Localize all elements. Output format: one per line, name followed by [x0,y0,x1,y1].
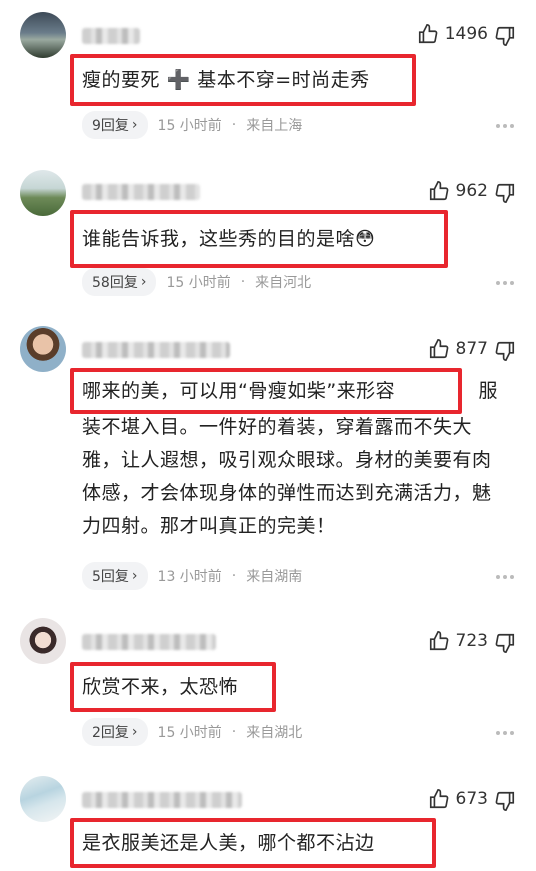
thumb-down-icon[interactable] [494,632,516,654]
separator: · [231,117,237,133]
like-count: 1496 [444,24,488,44]
more-dots-icon[interactable] [496,731,514,735]
thumb-down-icon[interactable] [494,790,516,812]
username-blurred[interactable] [82,634,216,650]
like-button[interactable]: 723 [428,630,488,652]
avatar[interactable] [20,12,66,58]
like-count: 962 [455,181,488,201]
comment-meta: 58回复 › 15 小时前 · 来自河北 [82,268,311,296]
avatar[interactable] [20,170,66,216]
thumb-up-icon [418,24,438,44]
like-count: 877 [455,339,488,359]
avatar[interactable] [20,326,66,372]
username-blurred[interactable] [82,342,230,358]
location: 来自湖南 [246,569,303,585]
location: 来自上海 [246,118,303,134]
comment-text: 是衣服美还是人美，哪个都不沾边 [82,832,375,854]
comment-text: 哪来的美，可以用“骨瘦如柴”来形容 服 装不堪入目。一件好的着装，穿着露而不失大… [82,375,522,543]
timestamp: 13 小时前 [157,569,222,585]
separator: · [231,568,237,584]
timestamp: 15 小时前 [166,275,231,291]
like-count: 723 [455,631,488,651]
reply-count-button[interactable]: 9回复 › [82,111,148,139]
timestamp: 15 小时前 [157,725,222,741]
username-blurred[interactable] [82,792,242,808]
thumb-up-icon [429,789,448,809]
like-count: 673 [455,789,488,809]
more-dots-icon[interactable] [496,575,514,579]
comment-text-highlight: 哪来的美，可以用“骨瘦如柴”来形容 [82,380,396,402]
chevron-right-icon: › [131,117,138,133]
more-dots-icon[interactable] [496,281,514,285]
chevron-right-icon: › [131,724,138,740]
comment-text: 谁能告诉我，这些秀的目的是啥😳 [82,228,376,250]
thumb-up-icon [429,339,448,359]
thumb-up-icon [429,631,448,651]
location: 来自湖北 [246,725,303,741]
thumb-down-icon[interactable] [494,25,516,47]
separator: · [240,274,246,290]
chevron-right-icon: › [140,274,147,290]
more-dots-icon[interactable] [496,124,514,128]
location: 来自河北 [255,275,312,291]
comment-text-line1-end: 服 [478,380,498,402]
comment-meta: 9回复 › 15 小时前 · 来自上海 [82,111,302,139]
username-blurred[interactable] [82,184,200,200]
thumb-down-icon[interactable] [494,340,516,362]
comment-meta: 2回复 › 15 小时前 · 来自湖北 [82,718,302,746]
chevron-right-icon: › [131,568,138,584]
avatar[interactable] [20,776,66,822]
comment-text-rest: 装不堪入目。一件好的着装，穿着露而不失大雅，让人遐想，吸引观众眼球。身材的美要有… [82,416,492,537]
timestamp: 15 小时前 [157,118,222,134]
reply-count-button[interactable]: 58回复 › [82,268,157,296]
like-button[interactable]: 877 [428,338,488,360]
comment-text: 欣赏不来，太恐怖 [82,676,239,698]
username-blurred[interactable] [82,28,140,44]
thumb-up-icon [429,181,448,201]
like-button[interactable]: 1496 [417,23,488,45]
like-button[interactable]: 673 [428,788,488,810]
separator: · [231,724,237,740]
like-button[interactable]: 962 [428,180,488,202]
thumb-down-icon[interactable] [494,182,516,204]
reply-count-button[interactable]: 5回复 › [82,562,148,590]
avatar[interactable] [20,618,66,664]
comment-meta: 5回复 › 13 小时前 · 来自湖南 [82,562,302,590]
reply-count-button[interactable]: 2回复 › [82,718,148,746]
comment-text: 瘦的要死 ➕ 基本不穿=时尚走秀 [82,69,370,91]
